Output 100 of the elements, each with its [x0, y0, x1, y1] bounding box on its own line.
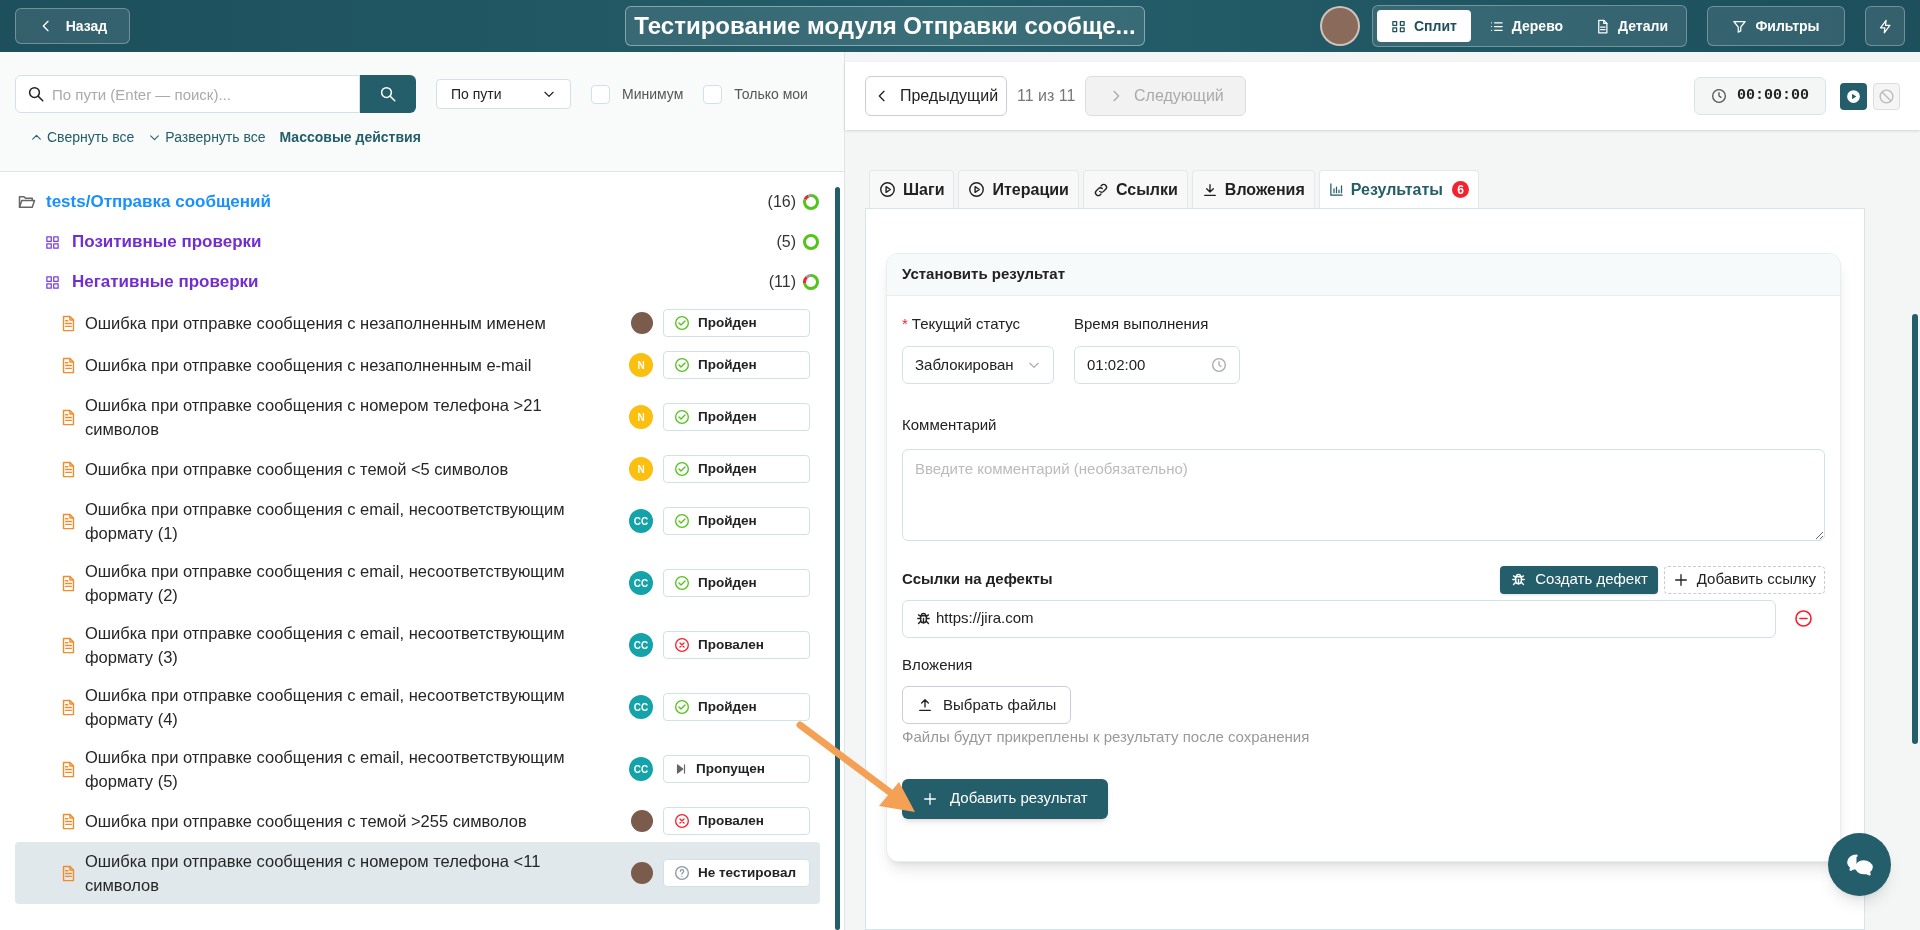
required-asterisk: *: [902, 313, 908, 334]
bulk-actions-link[interactable]: Массовые действия: [279, 126, 421, 148]
document-icon: [60, 512, 77, 530]
test-case-row[interactable]: Ошибка при отправке сообщения с темой <5 символов N Пройден: [15, 448, 820, 490]
document-icon: [60, 636, 77, 654]
status-badge: Провален: [663, 631, 810, 659]
question-circle-icon: [674, 865, 690, 881]
grid-icon: [45, 274, 60, 290]
tree-action-link[interactable]: Свернуть все: [30, 126, 135, 148]
card-title: Установить результат: [902, 264, 1065, 285]
status-badge: Пройден: [663, 403, 810, 431]
comment-field[interactable]: Введите комментарий (необязательно): [902, 448, 1825, 541]
checkbox-label: Только мои: [734, 84, 808, 104]
test-case-row[interactable]: Ошибка при отправке сообщения с номером телефона >21 символов N Пройден: [15, 386, 820, 448]
test-case-title: Ошибка при отправке сообщения с незаполненным e-mail: [85, 355, 533, 376]
play-icon: [1845, 87, 1862, 105]
test-case-title: Ошибка при отправке сообщения с номером телефона >21 символов: [85, 395, 543, 440]
tab[interactable]: Шаги: [869, 170, 955, 208]
skip-icon: [674, 762, 688, 776]
lightning-icon: [1877, 18, 1893, 34]
status-select[interactable]: Заблокирован: [902, 346, 1054, 384]
search-button[interactable]: [360, 75, 416, 113]
search-field[interactable]: По пути (Enter — поиск)...: [15, 75, 360, 113]
hint-text: Файлы будут прикреплены к результату после сохранения: [902, 727, 1311, 747]
sort-select[interactable]: По пути: [436, 79, 571, 109]
view-tab[interactable]: Детали: [1581, 10, 1682, 42]
progress-ring-icon: [802, 233, 820, 251]
status-badge: Провален: [663, 807, 810, 835]
avatar-placeholder: [1319, 6, 1360, 46]
tab[interactable]: Ссылки: [1082, 170, 1188, 208]
suite-title: Негативные проверки: [72, 271, 260, 294]
test-case-title: Ошибка при отправке сообщения с email, несоответствующим формату (3): [85, 623, 566, 668]
avatar: CC: [629, 509, 653, 533]
document-icon: [60, 864, 77, 882]
document-icon: [1595, 18, 1611, 34]
test-case-row[interactable]: Ошибка при отправке сообщения с email, несоответствующим формату (2) CC Пройден: [15, 552, 820, 614]
position-counter: 11 из 11: [1017, 86, 1076, 106]
timer-display: 00:00:00: [1694, 77, 1826, 115]
test-case-title: Ошибка при отправке сообщения с email, несоответствующим формату (2): [85, 561, 566, 606]
play-circle-icon: [968, 181, 986, 198]
item-count: (16): [767, 192, 796, 212]
avatar: CC: [629, 695, 653, 719]
lightning-button[interactable]: [1865, 6, 1905, 46]
play-button[interactable]: [1840, 82, 1867, 110]
progress-ring-icon: [802, 273, 820, 291]
checkbox[interactable]: [703, 84, 723, 104]
plus-icon: [922, 790, 938, 807]
test-case-row[interactable]: Ошибка при отправке сообщения с незаполненным именем Пройден: [15, 302, 820, 344]
tab[interactable]: Результаты 6: [1318, 170, 1479, 208]
tab[interactable]: Вложения: [1191, 170, 1315, 208]
choose-files-button[interactable]: Выбрать файлы: [902, 686, 1072, 724]
check-circle-icon: [674, 461, 690, 477]
avatar: CC: [629, 633, 653, 657]
suite-row[interactable]: Позитивные проверки (5): [15, 222, 820, 262]
previous-button[interactable]: Предыдущий: [865, 76, 1007, 116]
remove-icon[interactable]: [1794, 609, 1813, 628]
avatar: N: [629, 405, 653, 429]
field-label: * Текущий статус: [902, 310, 1054, 338]
grid-icon: [45, 234, 60, 250]
folder-row[interactable]: tests/Отправка сообщений (16): [15, 182, 820, 222]
test-case-row[interactable]: Ошибка при отправке сообщения с номером телефона <11 символов Не тестировал: [15, 842, 820, 904]
test-case-row[interactable]: Ошибка при отправке сообщения с email, несоответствующим формату (5) CC Пропущен: [15, 738, 820, 800]
avatar-placeholder: [631, 312, 653, 334]
document-icon: [60, 408, 77, 426]
view-tab[interactable]: Сплит: [1376, 10, 1471, 42]
search-icon: [379, 85, 397, 103]
document-icon: [60, 574, 77, 592]
view-tab[interactable]: Дерево: [1474, 10, 1578, 42]
bug-icon: [915, 610, 932, 627]
test-case-row[interactable]: Ошибка при отправке сообщения с email, несоответствующим формату (4) CC Пройден: [15, 676, 820, 738]
status-badge: Пропущен: [663, 755, 810, 783]
item-count: (11): [768, 272, 796, 292]
back-button[interactable]: Назад: [15, 8, 130, 44]
suite-row[interactable]: Негативные проверки (11): [15, 262, 820, 302]
tab[interactable]: Итерации: [958, 170, 1079, 208]
status-badge: Пройден: [663, 693, 810, 721]
bug-icon: [1510, 571, 1528, 588]
play-circle-icon: [879, 181, 896, 198]
item-count: (5): [776, 232, 796, 252]
add-link-button[interactable]: Добавить ссылку: [1663, 565, 1825, 594]
folder-icon: [18, 193, 36, 211]
add-result-button[interactable]: Добавить результат: [902, 778, 1108, 819]
status-badge: Пройден: [663, 309, 810, 337]
test-case-row[interactable]: Ошибка при отправке сообщения с email, несоответствующим формату (3) CC Провален: [15, 614, 820, 676]
checkbox-label: Минимум: [622, 84, 684, 104]
test-case-row[interactable]: Ошибка при отправке сообщения с темой >255 символов Провален: [15, 800, 820, 842]
avatar: N: [629, 353, 653, 377]
tree-action-link[interactable]: Развернуть все: [148, 126, 266, 148]
test-case-title: Ошибка при отправке сообщения с email, несоответствующим формату (4): [85, 685, 566, 730]
time-field[interactable]: 01:02:00: [1074, 346, 1240, 384]
status-badge: Не тестировал: [663, 859, 810, 887]
test-case-row[interactable]: Ошибка при отправке сообщения с незаполненным e-mail N Пройден: [15, 344, 820, 386]
test-case-row[interactable]: Ошибка при отправке сообщения с email, несоответствующим формату (1) CC Пройден: [15, 490, 820, 552]
avatar-placeholder: [631, 862, 653, 884]
check-circle-icon: [674, 699, 690, 715]
checkbox[interactable]: [591, 84, 610, 104]
filters-button[interactable]: Фильтры: [1707, 6, 1845, 46]
defect-link-field[interactable]: https://jira.com: [902, 599, 1776, 638]
create-defect-button[interactable]: Создать дефект: [1500, 565, 1658, 594]
clock-icon: [1211, 357, 1227, 373]
